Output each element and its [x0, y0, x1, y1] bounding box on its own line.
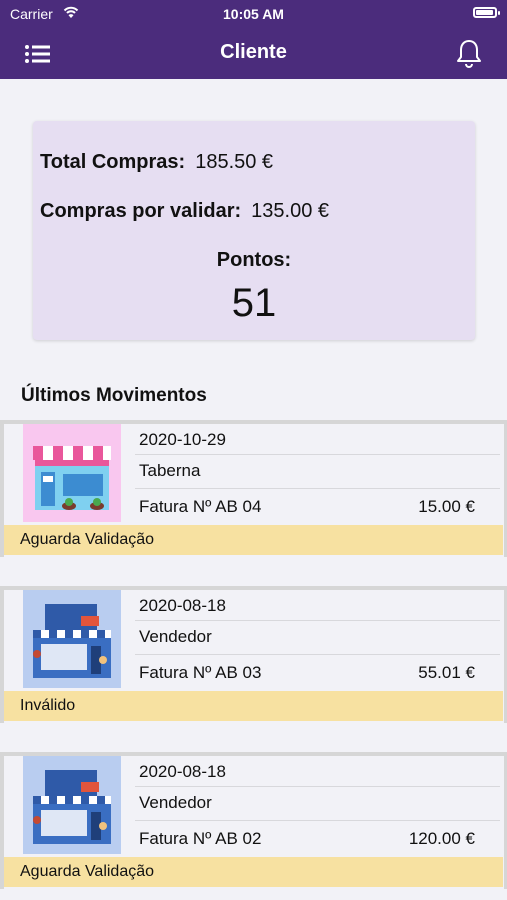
movement-invoice: Fatura Nº AB 04	[139, 497, 262, 516]
movement-invoice: Fatura Nº AB 02	[139, 829, 262, 848]
divider	[135, 488, 500, 489]
bell-icon[interactable]	[453, 37, 485, 69]
total-purchases-row: Total Compras: 185.50 €	[40, 151, 273, 174]
movement-card[interactable]: 2020-08-18 Vendedor Fatura Nº AB 02 120.…	[0, 752, 507, 889]
battery-icon	[473, 7, 500, 18]
divider	[135, 654, 500, 655]
movement-amount: 55.01 €	[418, 663, 475, 682]
section-title: Últimos Movimentos	[21, 385, 207, 406]
nav-bar: Cliente	[0, 28, 507, 79]
movement-date: 2020-08-18	[139, 762, 226, 781]
movement-merchant: Vendedor	[139, 627, 212, 646]
pink-store-icon	[23, 424, 121, 522]
divider	[135, 454, 500, 455]
pending-purchases-value: 135.00 €	[251, 200, 330, 222]
movement-date: 2020-10-29	[139, 430, 226, 449]
movement-status: Aguarda Validação	[4, 525, 503, 555]
pending-purchases-label: Compras por validar:	[40, 200, 242, 222]
status-time: 10:05 AM	[223, 6, 284, 22]
movement-status: Inválido	[4, 691, 503, 721]
summary-card: Total Compras: 185.50 € Compras por valid…	[33, 121, 475, 340]
divider	[135, 786, 500, 787]
blue-store-icon	[23, 590, 121, 688]
movement-status: Aguarda Validação	[4, 857, 503, 887]
movement-merchant: Taberna	[139, 461, 201, 480]
divider	[135, 820, 500, 821]
points-label: Pontos:	[216, 249, 292, 271]
total-purchases-value: 185.50 €	[195, 151, 274, 173]
movement-invoice: Fatura Nº AB 03	[139, 663, 262, 682]
movement-card[interactable]: 2020-10-29 Taberna Fatura Nº AB 04 15.00…	[0, 420, 507, 557]
divider	[135, 620, 500, 621]
points-value: 51	[231, 281, 277, 325]
movement-merchant: Vendedor	[139, 793, 212, 812]
pending-purchases-row: Compras por validar: 135.00 €	[40, 200, 329, 223]
movement-amount: 120.00 €	[408, 829, 475, 848]
status-bar: Carrier 10:05 AM	[0, 0, 507, 28]
movement-card[interactable]: 2020-08-18 Vendedor Fatura Nº AB 03 55.0…	[0, 586, 507, 723]
movement-amount: 15.00 €	[418, 497, 475, 516]
total-purchases-label: Total Compras:	[40, 151, 186, 173]
movement-date: 2020-08-18	[139, 596, 226, 615]
page-title: Cliente	[220, 41, 287, 63]
blue-store-icon	[23, 756, 121, 854]
